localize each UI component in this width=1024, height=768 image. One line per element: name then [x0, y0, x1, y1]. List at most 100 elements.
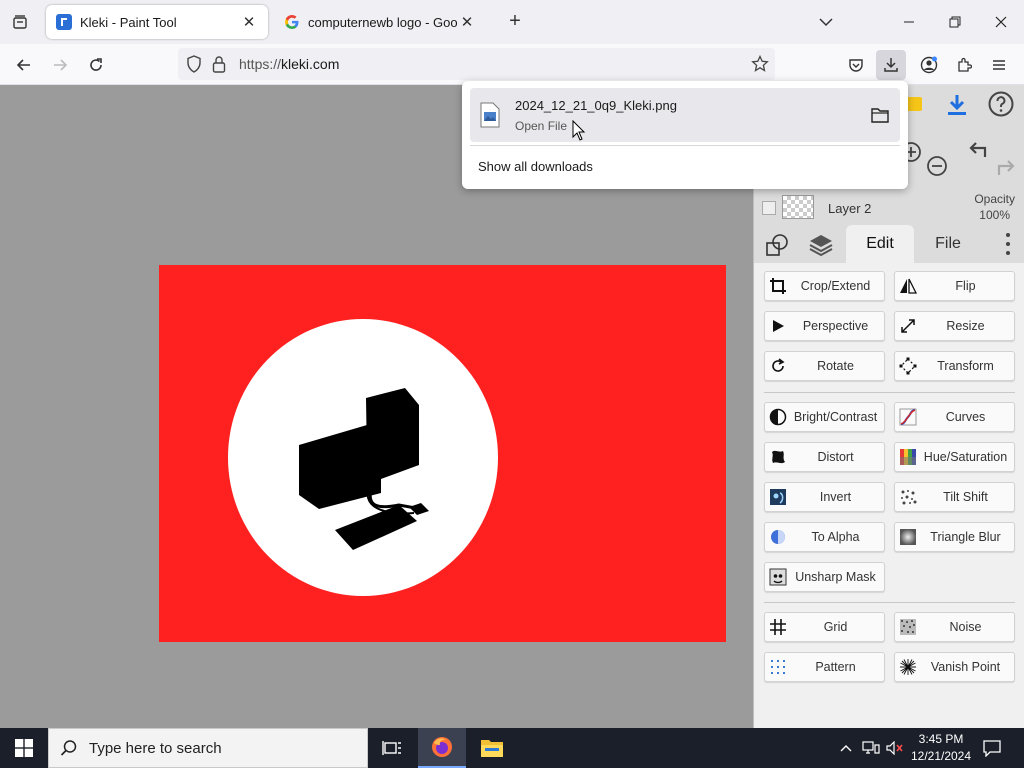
- help-icon[interactable]: [986, 89, 1016, 119]
- tab-brush-tools[interactable]: [762, 231, 792, 259]
- zoom-out-icon[interactable]: [926, 155, 948, 177]
- tool-label: Resize: [946, 319, 985, 333]
- tool-label: Tilt Shift: [943, 490, 988, 504]
- opacity-label: Opacity: [974, 192, 1015, 206]
- mouse-pointer-icon: [572, 120, 586, 141]
- distort-icon: [765, 443, 791, 471]
- rotate-button[interactable]: Rotate: [764, 351, 885, 381]
- distort-button[interactable]: Distort: [764, 442, 885, 472]
- tab-overflow-chevron-icon[interactable]: [814, 10, 838, 34]
- transform-icon: [895, 352, 921, 380]
- drawing-canvas[interactable]: [159, 265, 726, 642]
- layer-name: Layer 2: [828, 201, 872, 216]
- address-bar[interactable]: https://kleki.com: [178, 48, 775, 80]
- start-button[interactable]: [0, 728, 48, 768]
- task-view-button[interactable]: [368, 728, 416, 768]
- grid-button[interactable]: Grid: [764, 612, 885, 642]
- image-file-icon: [480, 102, 500, 128]
- close-tab-icon[interactable]: ✕: [458, 13, 476, 31]
- extensions-button[interactable]: [949, 50, 979, 80]
- app-menu-button[interactable]: [984, 50, 1014, 80]
- back-button[interactable]: [9, 50, 39, 80]
- bookmark-star-icon[interactable]: [751, 54, 769, 76]
- show-all-downloads-link[interactable]: Show all downloads: [478, 159, 593, 174]
- tab-kleki[interactable]: Kleki - Paint Tool ✕: [46, 5, 268, 39]
- tool-label: Hue/Saturation: [923, 450, 1008, 464]
- tab-edit[interactable]: Edit: [846, 225, 914, 263]
- curves-button[interactable]: Curves: [894, 402, 1015, 432]
- hue-saturation-icon: [895, 443, 921, 471]
- crop-extend-button[interactable]: Crop/Extend: [764, 271, 885, 301]
- layer-thumbnail: [782, 195, 814, 219]
- close-tab-icon[interactable]: ✕: [240, 13, 258, 31]
- perspective-icon: [765, 312, 791, 340]
- pocket-button[interactable]: [841, 50, 871, 80]
- file-explorer-icon: [481, 740, 503, 757]
- noise-icon: [895, 613, 921, 641]
- browser-tab-strip: Kleki - Paint Tool ✕ computernewb logo -…: [0, 0, 1024, 44]
- volume-muted-icon[interactable]: [884, 728, 906, 768]
- minimize-window-button[interactable]: [886, 0, 932, 44]
- system-clock[interactable]: 3:45 PM 12/21/2024: [908, 731, 974, 765]
- undo-icon[interactable]: [966, 137, 990, 161]
- network-icon[interactable]: [860, 728, 882, 768]
- taskbar-search-box[interactable]: Type here to search: [48, 728, 368, 768]
- reload-button[interactable]: [81, 50, 111, 80]
- tab-file[interactable]: File: [914, 225, 982, 263]
- downloads-button[interactable]: [876, 50, 906, 80]
- downloads-panel: 2024_12_21_0q9_Kleki.png Open File Show …: [462, 81, 908, 189]
- tool-label: Distort: [817, 450, 854, 464]
- close-window-button[interactable]: [978, 0, 1024, 44]
- forward-button[interactable]: [45, 50, 75, 80]
- restore-window-button[interactable]: [932, 0, 978, 44]
- show-hidden-icons-chevron-icon[interactable]: [836, 728, 856, 768]
- tool-label: Pattern: [815, 660, 856, 674]
- invert-button[interactable]: Invert: [764, 482, 885, 512]
- hue-saturation-button[interactable]: Hue/Saturation: [894, 442, 1015, 472]
- tool-label: Bright/Contrast: [793, 410, 878, 424]
- tool-label: To Alpha: [811, 530, 860, 544]
- tilt-shift-button[interactable]: Tilt Shift: [894, 482, 1015, 512]
- download-item[interactable]: 2024_12_21_0q9_Kleki.png Open File: [470, 88, 900, 142]
- shapes-icon: [766, 234, 788, 256]
- tilt-shift-icon: [895, 483, 921, 511]
- tab-layers[interactable]: [806, 231, 836, 259]
- file-explorer-taskbar-button[interactable]: [468, 728, 516, 768]
- layer-visibility-checkbox[interactable]: [762, 201, 776, 215]
- transform-button[interactable]: Transform: [894, 351, 1015, 381]
- lock-icon[interactable]: [212, 55, 226, 76]
- url-text[interactable]: https://kleki.com: [239, 56, 339, 72]
- kleki-favicon-icon: [56, 14, 72, 30]
- tool-label: Noise: [949, 620, 982, 634]
- unsharp-mask-button[interactable]: Unsharp Mask: [764, 562, 885, 592]
- pattern-button[interactable]: Pattern: [764, 652, 885, 682]
- more-options-icon[interactable]: [1003, 233, 1013, 255]
- bright-contrast-button[interactable]: Bright/Contrast: [764, 402, 885, 432]
- tracking-protection-shield-icon[interactable]: [186, 55, 202, 76]
- forward-arrow-icon: [54, 59, 68, 71]
- resize-button[interactable]: Resize: [894, 311, 1015, 341]
- flip-button[interactable]: Flip: [894, 271, 1015, 301]
- redo-icon[interactable]: [994, 155, 1018, 179]
- tab-google-search[interactable]: computernewb logo - Google S ✕: [274, 5, 486, 39]
- hamburger-menu-icon: [993, 60, 1005, 70]
- tool-label: Triangle Blur: [930, 530, 1001, 544]
- to-alpha-button[interactable]: To Alpha: [764, 522, 885, 552]
- new-tab-button[interactable]: +: [503, 10, 527, 34]
- account-button[interactable]: [914, 50, 944, 80]
- brightness-icon: [765, 403, 791, 431]
- perspective-button[interactable]: Perspective: [764, 311, 885, 341]
- list-all-tabs-button[interactable]: [8, 10, 32, 34]
- resize-icon: [895, 312, 921, 340]
- triangle-blur-button[interactable]: Triangle Blur: [894, 522, 1015, 552]
- firefox-taskbar-button[interactable]: [418, 728, 466, 768]
- open-file-label[interactable]: Open File: [515, 119, 567, 133]
- vanish-point-button[interactable]: Vanish Point: [894, 652, 1015, 682]
- notifications-icon[interactable]: [978, 728, 1006, 768]
- layer-opacity[interactable]: Opacity 100%: [974, 191, 1015, 223]
- url-host: kleki.com: [281, 56, 340, 72]
- noise-button[interactable]: Noise: [894, 612, 1015, 642]
- show-in-folder-icon[interactable]: [870, 105, 890, 125]
- layer-row[interactable]: Layer 2 Opacity 100%: [754, 189, 1024, 227]
- download-image-icon[interactable]: [942, 91, 972, 119]
